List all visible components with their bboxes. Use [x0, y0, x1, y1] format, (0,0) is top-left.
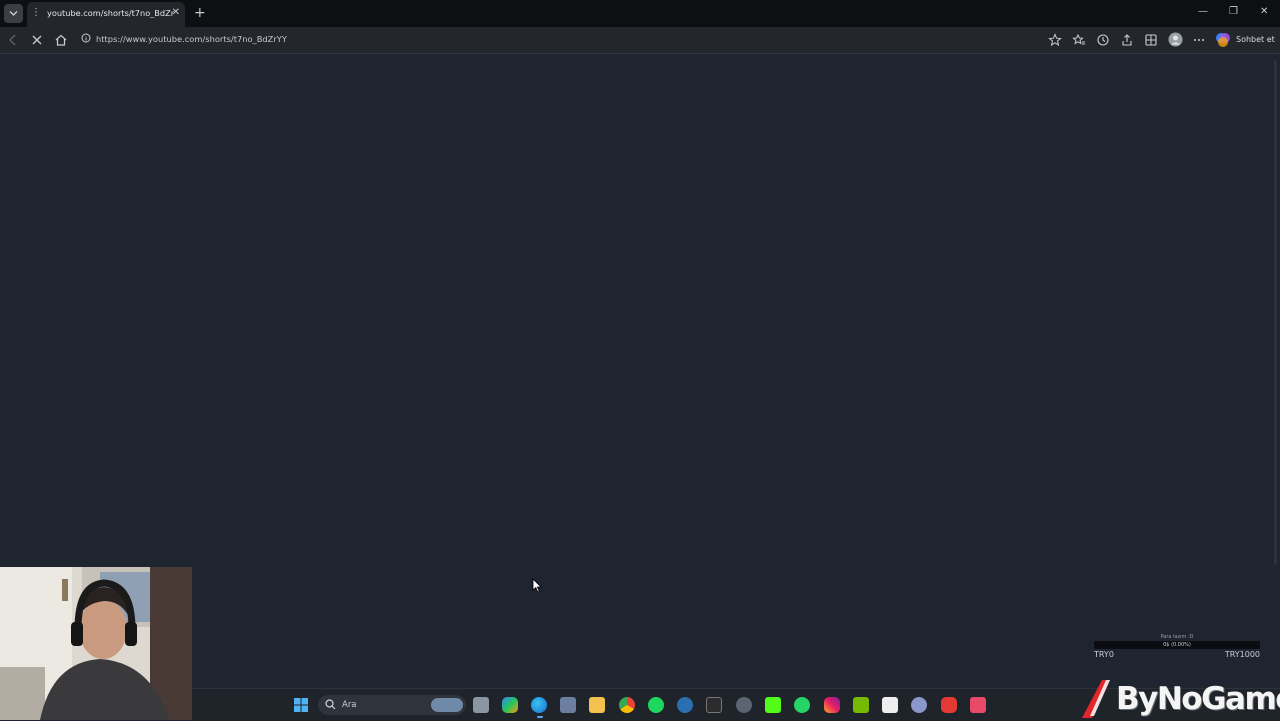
taskbar-search-box[interactable]: Ara [318, 695, 466, 715]
spotify-icon[interactable] [648, 697, 664, 713]
browser-tab[interactable]: ⋮ youtube.com/shorts/t7no_BdZrYY ✕ [27, 2, 185, 27]
search-highlight-image [431, 698, 463, 712]
restore-button[interactable]: ❐ [1229, 6, 1238, 18]
copilot-taskbar-icon[interactable] [502, 697, 518, 713]
chevron-down-icon [9, 11, 18, 16]
copilot-icon[interactable] [1215, 32, 1231, 48]
address-bar[interactable]: https://www.youtube.com/shorts/t7no_BdZr… [76, 29, 1076, 50]
tab-favicon-loading-icon: ⋮ [31, 7, 41, 18]
more-icon[interactable] [1192, 33, 1206, 47]
donation-amount: 0$ (0.00%) [1163, 642, 1191, 648]
app-icon[interactable] [736, 697, 752, 713]
nvidia-icon[interactable] [853, 697, 869, 713]
url-text: https://www.youtube.com/shorts/t7no_BdZr… [96, 34, 287, 44]
red-app-icon[interactable] [941, 697, 957, 713]
search-icon [325, 699, 336, 710]
store-icon[interactable] [560, 697, 576, 713]
bynogame-logo: ByNoGame [1080, 678, 1280, 720]
collections-icon[interactable] [1144, 33, 1158, 47]
donation-goal-widget: Para lazım :D 0$ (0.00%) TRY0 TRY1000 [1094, 632, 1260, 662]
logo-slash-icon [1082, 680, 1110, 718]
close-window-button[interactable]: ✕ [1260, 6, 1268, 18]
tab-title: youtube.com/shorts/t7no_BdZrYY [47, 8, 175, 18]
share-icon[interactable] [1120, 33, 1134, 47]
edge-running-indicator [537, 716, 543, 718]
tab-strip: ⋮ youtube.com/shorts/t7no_BdZrYY ✕ + — ❐… [0, 0, 1280, 27]
page-scrollbar[interactable] [1274, 60, 1277, 565]
page-content-loading [0, 54, 1280, 688]
history-icon[interactable] [1096, 33, 1110, 47]
favorite-star-icon[interactable] [1048, 33, 1062, 47]
chat-app-icon[interactable] [911, 697, 927, 713]
steam-icon[interactable] [677, 697, 693, 713]
search-placeholder: Ara [342, 700, 357, 710]
edge-browser-icon[interactable] [531, 697, 547, 713]
new-tab-button[interactable]: + [194, 5, 206, 21]
copilot-chat-label[interactable]: Sohbet et [1236, 35, 1275, 44]
profile-avatar-icon[interactable] [1168, 32, 1183, 47]
home-icon[interactable] [54, 33, 68, 47]
file-explorer-icon[interactable] [589, 697, 605, 713]
chrome-icon[interactable] [619, 697, 635, 713]
webcam-overlay [0, 567, 192, 720]
donation-goal-label: Para lazım :D [1160, 634, 1194, 640]
tab-actions-menu-button[interactable] [4, 4, 23, 23]
reload-icon[interactable] [30, 33, 44, 47]
epic-games-icon[interactable] [706, 697, 722, 713]
site-info-icon[interactable] [81, 33, 91, 43]
kick-icon[interactable] [765, 697, 781, 713]
tab-close-icon[interactable]: ✕ [172, 7, 180, 19]
start-windows-icon[interactable] [293, 697, 309, 713]
browser-toolbar: https://www.youtube.com/shorts/t7no_BdZr… [0, 27, 1280, 54]
donation-min-label: TRY0 [1094, 650, 1114, 659]
favorites-icon[interactable] [1072, 33, 1086, 47]
logo-text: ByNoGame [1116, 681, 1280, 717]
back-icon[interactable] [6, 33, 20, 47]
minimize-button[interactable]: — [1198, 6, 1208, 18]
pink-app-icon[interactable] [970, 697, 986, 713]
mouse-cursor-icon [532, 578, 542, 593]
webcam-person-image [0, 567, 192, 720]
donation-progress-bar: 0$ (0.00%) [1094, 641, 1260, 649]
task-view-icon[interactable] [473, 697, 489, 713]
g-app-icon[interactable] [882, 697, 898, 713]
instagram-icon[interactable] [824, 697, 840, 713]
whatsapp-icon[interactable] [794, 697, 810, 713]
donation-max-label: TRY1000 [1224, 650, 1260, 659]
